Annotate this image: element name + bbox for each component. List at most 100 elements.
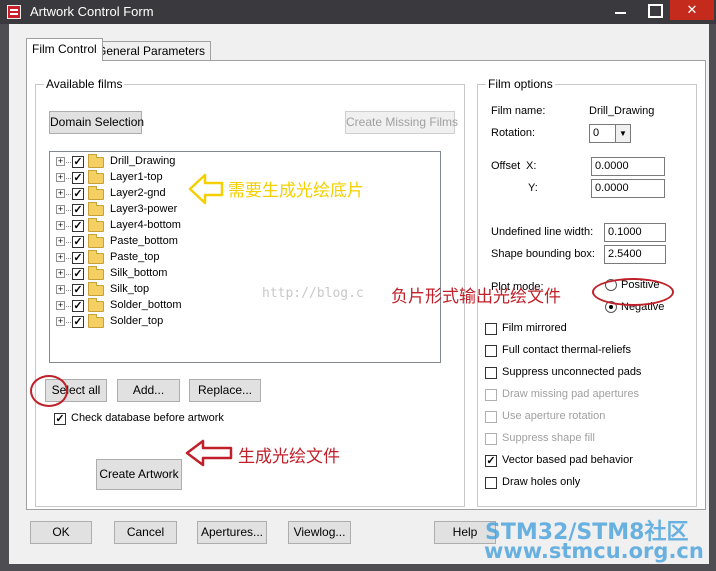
film-checkbox[interactable]: ✓: [72, 204, 84, 216]
chevron-down-icon[interactable]: ▼: [615, 125, 630, 142]
app-icon: [7, 5, 21, 19]
draw-missing-pad-apertures-checkbox[interactable]: [485, 389, 497, 401]
use-aperture-rotation-checkbox[interactable]: [485, 411, 497, 423]
draw-holes-only-label: Draw holes only: [502, 476, 581, 488]
tree-item-paste-bottom[interactable]: + ✓ Paste_bottom: [50, 234, 270, 250]
rotation-select[interactable]: 0 ▼: [589, 124, 631, 143]
create-missing-films-button[interactable]: Create Missing Films: [345, 111, 458, 134]
folder-icon: [88, 250, 104, 264]
folder-icon: [88, 266, 104, 280]
film-label: Layer4-bottom: [110, 219, 181, 231]
close-button[interactable]: ✕: [670, 0, 714, 20]
undefined-line-width-input[interactable]: 0.1000: [604, 223, 666, 242]
negative-highlight: [592, 278, 674, 306]
film-checkbox[interactable]: ✓: [72, 172, 84, 184]
film-label: Drill_Drawing: [110, 155, 176, 167]
offset-y-input[interactable]: 0.0000: [591, 179, 665, 198]
suppress-shape-fill-checkbox[interactable]: [485, 433, 497, 445]
film-label: Silk_bottom: [110, 267, 168, 279]
minimize-button[interactable]: [604, 0, 637, 20]
film-name-label: Film name:: [491, 105, 546, 117]
tab-film-control[interactable]: Film Control: [26, 38, 103, 61]
cancel-button[interactable]: Cancel: [114, 521, 177, 544]
expand-icon[interactable]: +: [56, 173, 65, 182]
check-database-label: Check database before artwork: [71, 412, 224, 424]
tree-item-silk-top[interactable]: + ✓ Silk_top: [50, 282, 270, 298]
expand-icon[interactable]: +: [56, 253, 65, 262]
expand-icon[interactable]: +: [56, 189, 65, 198]
maximize-button[interactable]: [637, 0, 670, 20]
offset-y-label: Y:: [528, 182, 538, 194]
watermark-site: www.stmcu.org.cn: [484, 539, 704, 563]
expand-icon[interactable]: +: [56, 157, 65, 166]
film-options-legend: Film options: [488, 77, 553, 91]
tree-item-silk-bottom[interactable]: + ✓ Silk_bottom: [50, 266, 270, 282]
red-arrow-icon: [185, 439, 233, 467]
folder-icon: [88, 202, 104, 216]
film-checkbox[interactable]: ✓: [72, 252, 84, 264]
film-checkbox[interactable]: ✓: [72, 300, 84, 312]
suppress-unconnected-pads-checkbox[interactable]: [485, 367, 497, 379]
negative-note: 负片形式输出光绘文件: [391, 287, 561, 307]
tab-general-parameters[interactable]: General Parameters: [91, 41, 212, 60]
film-label: Silk_top: [110, 283, 150, 295]
films-note: 需要生成光绘底片: [228, 181, 364, 201]
expand-icon[interactable]: +: [56, 269, 65, 278]
film-label: Solder_bottom: [110, 299, 182, 311]
use-aperture-rotation-label: Use aperture rotation: [502, 410, 606, 422]
vector-based-pad-behavior-checkbox[interactable]: ✓: [485, 455, 497, 467]
film-checkbox[interactable]: ✓: [72, 268, 84, 280]
create-note: 生成光绘文件: [238, 447, 340, 467]
film-checkbox[interactable]: ✓: [72, 316, 84, 328]
window-title: Artwork Control Form: [30, 4, 154, 19]
draw-missing-pad-apertures-label: Draw missing pad apertures: [502, 388, 639, 400]
film-label: Layer1-top: [110, 171, 163, 183]
film-checkbox[interactable]: ✓: [72, 156, 84, 168]
apertures-button[interactable]: Apertures...: [197, 521, 267, 544]
expand-icon[interactable]: +: [56, 221, 65, 230]
tree-item-solder-top[interactable]: + ✓ Solder_top: [50, 314, 270, 330]
create-artwork-button[interactable]: Create Artwork: [96, 459, 182, 490]
tree-item-layer3-power[interactable]: + ✓ Layer3-power: [50, 202, 270, 218]
shape-bounding-box-label: Shape bounding box:: [491, 248, 595, 260]
check-database-checkbox[interactable]: ✓: [54, 413, 66, 425]
film-label: Layer3-power: [110, 203, 178, 215]
folder-icon: [88, 234, 104, 248]
tree-item-paste-top[interactable]: + ✓ Paste_top: [50, 250, 270, 266]
film-checkbox[interactable]: ✓: [72, 220, 84, 232]
film-label: Layer2-gnd: [110, 187, 166, 199]
full-contact-thermal-reliefs-checkbox[interactable]: [485, 345, 497, 357]
expand-icon[interactable]: +: [56, 237, 65, 246]
tree-item-drill-drawing[interactable]: + ✓ Drill_Drawing: [50, 154, 270, 170]
film-checkbox[interactable]: ✓: [72, 236, 84, 248]
film-checkbox[interactable]: ✓: [72, 188, 84, 200]
tree-item-layer4-bottom[interactable]: + ✓ Layer4-bottom: [50, 218, 270, 234]
folder-icon: [88, 170, 104, 184]
shape-bounding-box-input[interactable]: 2.5400: [604, 245, 666, 264]
close-icon: ✕: [686, 2, 698, 17]
film-label: Paste_bottom: [110, 235, 178, 247]
film-mirrored-checkbox[interactable]: [485, 323, 497, 335]
film-checkbox[interactable]: ✓: [72, 284, 84, 296]
watermark-url: http://blog.c: [262, 286, 364, 301]
expand-icon[interactable]: +: [56, 317, 65, 326]
replace-button[interactable]: Replace...: [189, 379, 261, 402]
folder-icon: [88, 186, 104, 200]
tree-item-solder-bottom[interactable]: + ✓ Solder_bottom: [50, 298, 270, 314]
domain-selection-button[interactable]: Domain Selection: [49, 111, 144, 134]
expand-icon[interactable]: +: [56, 285, 65, 294]
offset-x-input[interactable]: 0.0000: [591, 157, 665, 176]
title-bar[interactable]: Artwork Control Form ✕: [0, 0, 716, 24]
film-label: Solder_top: [110, 315, 164, 327]
vector-based-pad-behavior-label: Vector based pad behavior: [502, 454, 633, 466]
viewlog-button[interactable]: Viewlog...: [288, 521, 351, 544]
ok-button[interactable]: OK: [30, 521, 92, 544]
add-button[interactable]: Add...: [117, 379, 180, 402]
offset-label: Offset: [491, 160, 521, 172]
expand-icon[interactable]: +: [56, 301, 65, 310]
rotation-label: Rotation:: [491, 127, 536, 139]
folder-icon: [88, 314, 104, 328]
expand-icon[interactable]: +: [56, 205, 65, 214]
undefined-line-width-label: Undefined line width:: [491, 226, 594, 238]
draw-holes-only-checkbox[interactable]: [485, 477, 497, 489]
